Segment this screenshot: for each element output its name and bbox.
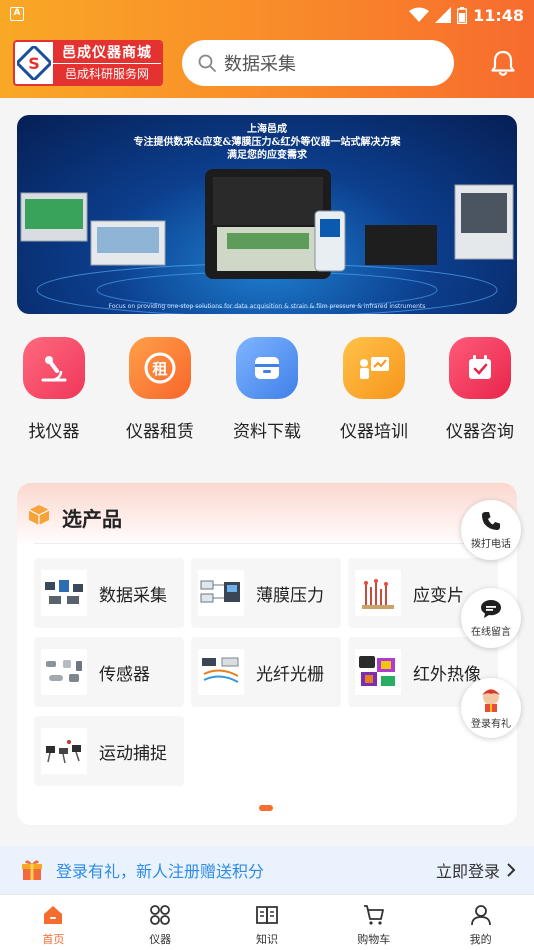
message-button[interactable]: 在线留言 [461,588,521,648]
status-bar: A 11:48 [0,0,534,30]
user-icon [470,905,491,926]
notification-badge: A [10,7,24,21]
book-icon [256,906,278,925]
category-consult[interactable]: 仪器咨询 [430,337,530,442]
box-icon [28,505,50,525]
tab-knowledge[interactable]: 知识 [214,895,321,950]
logo-mark-icon: S [15,42,53,84]
calendar-check-icon [449,337,511,399]
product-film-pressure[interactable]: 薄膜压力 [191,558,341,628]
svg-text:S: S [28,54,40,73]
message-label: 在线留言 [471,627,511,638]
carousel-indicator[interactable] [259,805,273,811]
chat-icon [481,600,501,618]
gift-label: 登录有礼 [471,719,511,730]
search-input[interactable]: 数据采集 [182,40,454,86]
search-icon [198,54,216,72]
category-rental[interactable]: 租 仪器租赁 [110,337,210,442]
tab-label: 知识 [255,933,278,946]
product-data-acquisition[interactable]: 数据采集 [34,558,184,628]
bottom-tab-bar: 首页 仪器 知识 购物车 我的 [0,894,534,950]
grid-icon [150,905,171,925]
brand-logo[interactable]: S 邑成仪器商城 邑成科研服务网 [13,40,163,86]
product-label: 运动捕捉 [99,743,167,764]
gift-icon [22,860,42,880]
product-section-title: 选产品 [62,507,122,531]
cart-icon [363,905,384,925]
home-icon [44,906,63,924]
category-row: 找仪器 租 仪器租赁 资料下载 仪器培训 仪器咨询 [0,337,534,447]
category-label: 资料下载 [233,422,301,442]
product-label: 红外热像 [413,664,481,685]
tab-label: 购物车 [357,933,391,946]
product-fiber-grating[interactable]: 光纤光栅 [191,637,341,707]
category-download[interactable]: 资料下载 [217,337,317,442]
clock: 11:48 [473,5,524,25]
logo-text: 邑成仪器商城 邑成科研服务网 [53,42,161,84]
bell-icon[interactable] [488,48,518,78]
svg-text:租: 租 [152,360,167,378]
phone-icon [482,512,500,530]
product-sensor[interactable]: 传感器 [34,637,184,707]
banner-instruments-image [20,169,514,314]
data-acquisition-icon [41,570,87,616]
logo-subtitle: 邑成科研服务网 [53,62,161,84]
search-text: 数据采集 [224,54,296,75]
status-icons: 11:48 [409,4,524,26]
category-label: 仪器租赁 [126,422,194,442]
product-label: 应变片 [413,585,464,606]
category-label: 仪器培训 [340,422,408,442]
divider [34,543,500,544]
product-label: 光纤光栅 [256,664,324,685]
call-label: 拨打电话 [471,539,511,550]
training-icon [343,337,405,399]
wifi-icon [409,7,430,22]
sensor-icon [41,649,87,695]
register-promo-bar[interactable]: 登录有礼，新人注册赠送积分 立即登录 [0,846,534,894]
tab-label: 仪器 [149,933,172,946]
tab-label: 首页 [42,933,65,946]
strain-gauge-icon [355,570,401,616]
tab-profile[interactable]: 我的 [427,895,534,950]
download-box-icon [236,337,298,399]
gift-mascot-icon [482,689,500,712]
tab-instruments[interactable]: 仪器 [107,895,214,950]
product-card: 选产品 数据采集 薄膜压力 应变片 传感器 光纤光栅 红外热像 运动捕捉 [17,483,517,825]
signal-icon [435,7,452,23]
product-label: 传感器 [99,664,150,685]
tab-label: 我的 [469,933,492,946]
rent-icon: 租 [129,337,191,399]
category-find-instrument[interactable]: 找仪器 [4,337,104,442]
category-label: 找仪器 [28,422,80,442]
category-training[interactable]: 仪器培训 [324,337,424,442]
login-now-link[interactable]: 立即登录 [436,858,516,882]
chevron-right-icon [507,863,516,877]
promo-text: 登录有礼，新人注册赠送积分 [56,862,265,881]
promo-banner[interactable]: 上海邑成 专注提供数采&应变&薄膜压力&红外等仪器一站式解决方案 满足您的应变需… [17,115,517,314]
battery-icon [457,6,468,24]
microscope-icon [23,337,85,399]
product-label: 薄膜压力 [256,585,324,606]
thermal-camera-icon [355,649,401,695]
call-button[interactable]: 拨打电话 [461,500,521,560]
motion-capture-icon [41,728,87,774]
login-now-label: 立即登录 [435,862,500,881]
product-label: 数据采集 [99,585,167,606]
banner-footnote: Focus on providing one-stop solutions fo… [108,303,426,310]
tab-cart[interactable]: 购物车 [320,895,427,950]
fiber-grating-icon [198,649,244,695]
logo-name: 邑成仪器商城 [53,42,161,63]
product-motion-capture[interactable]: 运动捕捉 [34,716,184,786]
top-header: A 11:48 S 邑成仪器商城 邑成科研服务网 数据采集 [0,0,534,98]
gift-login-button[interactable]: 登录有礼 [461,678,521,738]
tab-home[interactable]: 首页 [0,895,107,950]
film-pressure-icon [198,570,244,616]
category-label: 仪器咨询 [446,422,514,442]
